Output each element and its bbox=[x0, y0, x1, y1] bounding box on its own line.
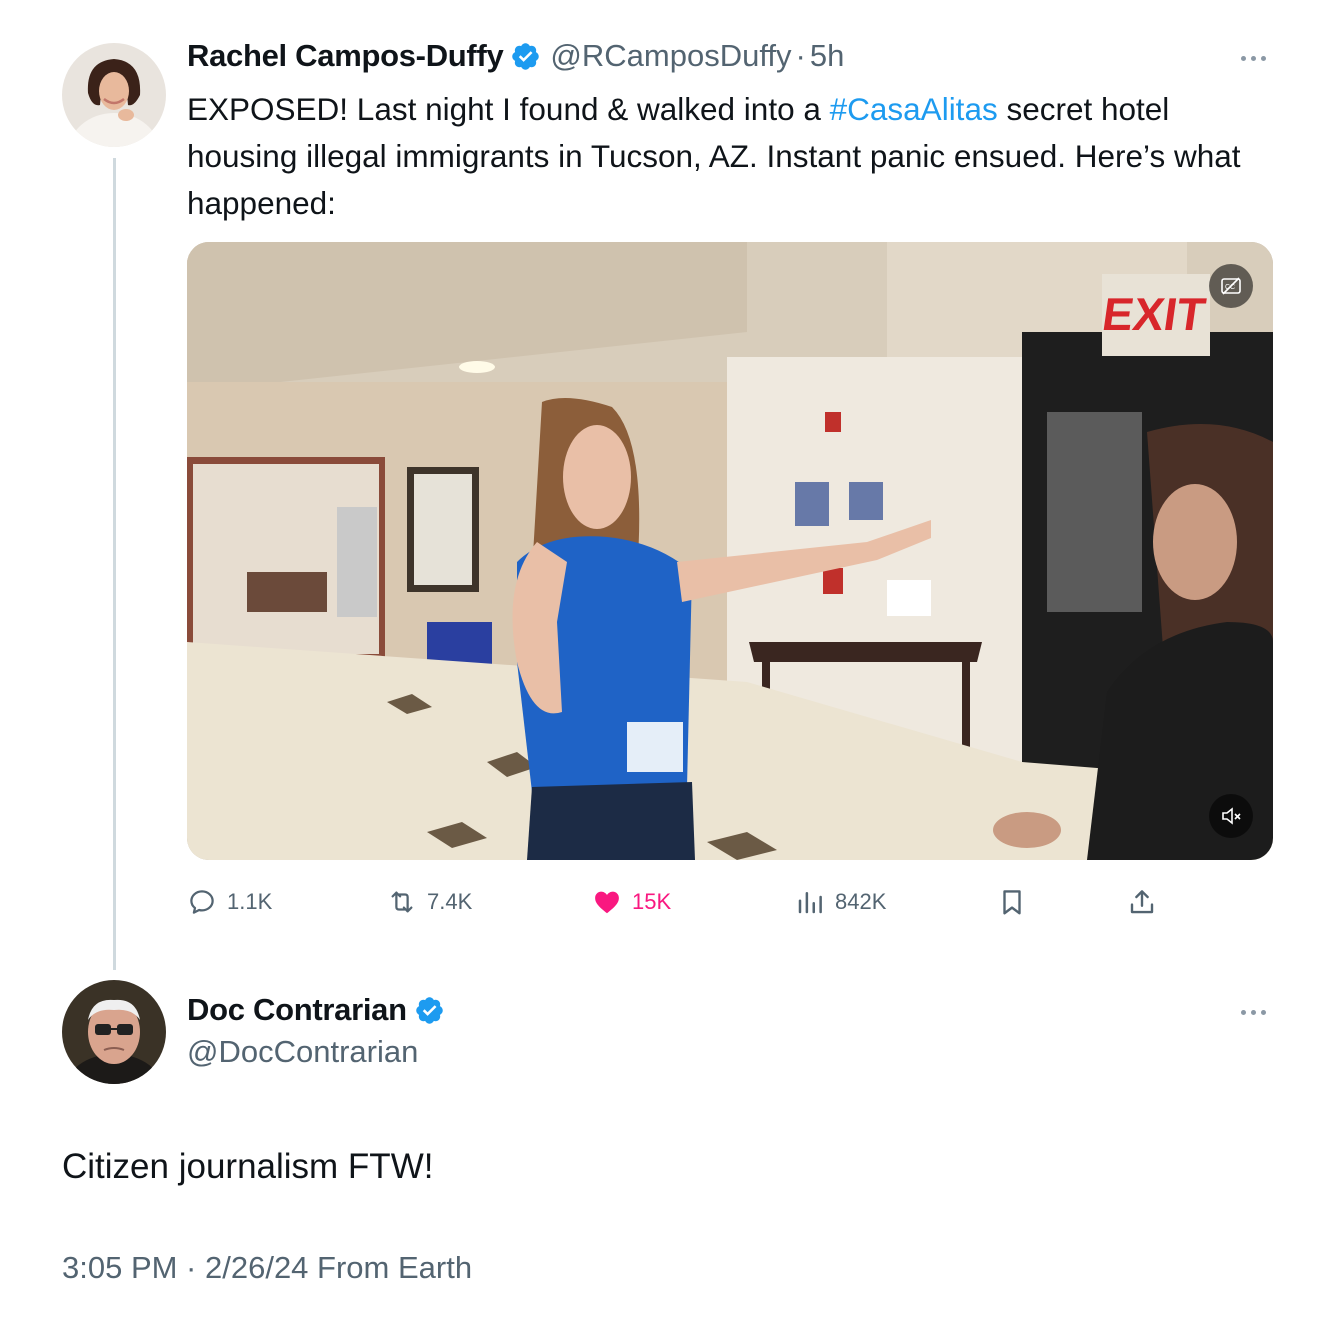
tweet-video[interactable]: EXIT CC bbox=[187, 242, 1273, 860]
reply-timestamp[interactable]: 3:05 PM · 2/26/24 From Earth bbox=[62, 1250, 472, 1286]
more-options-icon[interactable] bbox=[1241, 1010, 1266, 1015]
separator-dot: · bbox=[795, 38, 806, 73]
verified-badge-icon bbox=[510, 41, 541, 72]
like-button[interactable]: 15K bbox=[592, 880, 671, 924]
reply-button[interactable]: 1.1K bbox=[187, 880, 272, 924]
closed-captions-off-icon[interactable]: CC bbox=[1209, 264, 1253, 308]
views-button[interactable]: 842K bbox=[795, 880, 886, 924]
tweet-actions: 1.1K 7.4K 15K 842K bbox=[187, 880, 1273, 924]
verified-badge-icon bbox=[414, 995, 445, 1026]
repost-count: 7.4K bbox=[427, 889, 473, 914]
more-options-icon[interactable] bbox=[1241, 56, 1266, 61]
tweet-text: EXPOSED! Last night I found & walked int… bbox=[187, 86, 1277, 227]
reply-author-name[interactable]: Doc Contrarian bbox=[187, 992, 407, 1028]
reply-author-handle[interactable]: @DocContrarian bbox=[187, 1034, 418, 1070]
speaker-muted-icon[interactable] bbox=[1209, 794, 1253, 838]
bookmark-icon bbox=[1003, 890, 1021, 915]
tweet-header: Rachel Campos-Duffy @RCamposDuffy · 5h bbox=[187, 38, 844, 74]
author-handle[interactable]: @RCamposDuffy bbox=[550, 38, 791, 74]
tweet-text-part: EXPOSED! Last night I found & walked int… bbox=[187, 91, 830, 127]
bookmark-button[interactable] bbox=[997, 880, 1037, 924]
avatar-doc[interactable] bbox=[62, 980, 166, 1084]
reply-header: Doc Contrarian bbox=[187, 992, 445, 1028]
reply-icon bbox=[190, 890, 214, 914]
repost-icon bbox=[391, 891, 413, 913]
views-chart-icon bbox=[798, 892, 822, 914]
video-frame: EXIT bbox=[187, 242, 1273, 860]
hashtag-link[interactable]: #CasaAlitas bbox=[830, 91, 998, 127]
exit-sign-text: EXIT bbox=[1099, 288, 1209, 340]
share-button[interactable] bbox=[1127, 880, 1167, 924]
thread-connector-line bbox=[113, 158, 116, 970]
reply-handle-row: @DocContrarian bbox=[187, 1034, 418, 1070]
avatar-rachel[interactable] bbox=[62, 43, 166, 147]
reply-text: Citizen journalism FTW! bbox=[62, 1147, 434, 1186]
share-icon bbox=[1130, 890, 1154, 914]
view-count: 842K bbox=[835, 889, 887, 914]
reply-count: 1.1K bbox=[227, 889, 273, 914]
heart-filled-icon bbox=[595, 891, 619, 914]
tweet-time[interactable]: 5h bbox=[810, 38, 844, 74]
repost-button[interactable]: 7.4K bbox=[387, 880, 472, 924]
like-count: 15K bbox=[632, 889, 672, 914]
author-name[interactable]: Rachel Campos-Duffy bbox=[187, 38, 504, 74]
